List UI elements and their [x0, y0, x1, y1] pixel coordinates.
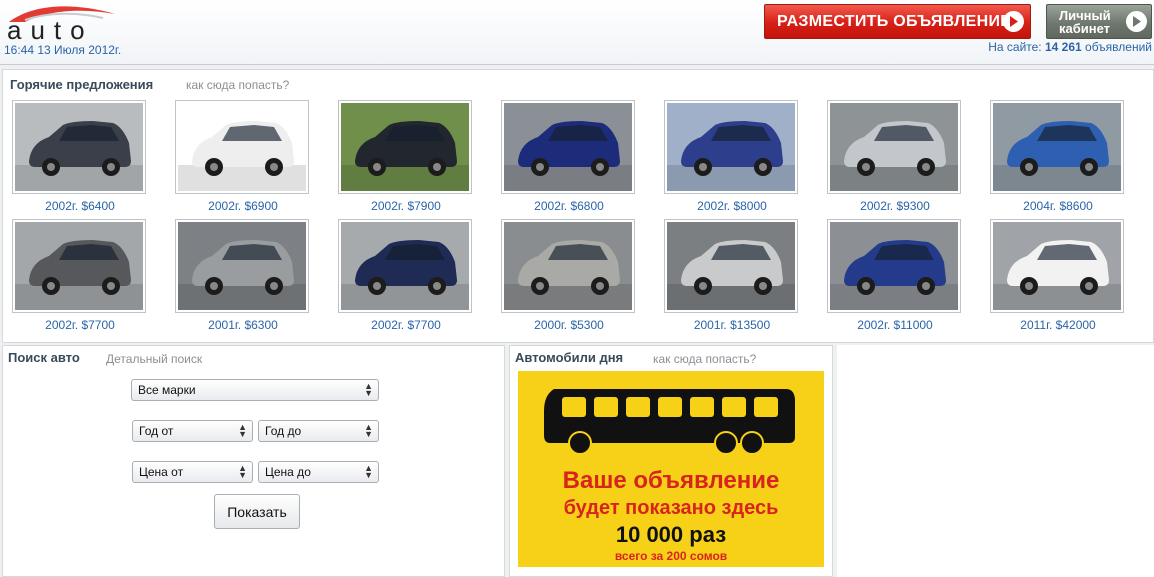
- empty-right-area: [837, 345, 1154, 577]
- site-count-value: 14 261: [1044, 40, 1082, 54]
- site-logo[interactable]: auto: [3, 2, 118, 42]
- car-price-link[interactable]: 2002г. $6900: [175, 199, 311, 213]
- car-photo[interactable]: [175, 100, 309, 194]
- car-listing-item[interactable]: 2002г. $6800: [501, 100, 637, 213]
- car-price-link[interactable]: 2004г. $8600: [990, 199, 1126, 213]
- car-photo[interactable]: [12, 100, 146, 194]
- year-from-value: Год от: [139, 424, 174, 438]
- car-photo[interactable]: [175, 219, 309, 313]
- arrow-right-icon: [1126, 11, 1147, 32]
- cars-of-day-panel: Автомобили дня как сюда попасть? Ваше об…: [509, 345, 833, 577]
- car-photo[interactable]: [501, 219, 635, 313]
- car-price-link[interactable]: 2001г. $13500: [664, 318, 800, 332]
- car-photo[interactable]: [990, 219, 1124, 313]
- show-button[interactable]: Показать: [214, 494, 300, 529]
- site-count-prefix: На сайте:: [988, 40, 1042, 54]
- cars-of-day-how-link[interactable]: как сюда попасть?: [653, 352, 756, 366]
- header: auto 16:44 13 Июля 2012г. РАЗМЕСТИТЬ ОБЪ…: [0, 0, 1154, 65]
- car-listing-item[interactable]: 2002г. $7900: [338, 100, 474, 213]
- car-price-link[interactable]: 2011г. $42000: [990, 318, 1126, 332]
- car-listing-item[interactable]: 2004г. $8600: [990, 100, 1126, 213]
- cars-of-day-title: Автомобили дня: [515, 350, 624, 365]
- year-to-select[interactable]: Год до ▲ ▼: [258, 420, 379, 442]
- price-to-value: Цена до: [265, 465, 311, 479]
- arrow-right-icon: [1003, 11, 1024, 32]
- car-search-title: Поиск авто: [8, 350, 80, 365]
- car-photo[interactable]: [664, 219, 798, 313]
- car-price-link[interactable]: 2002г. $11000: [827, 318, 963, 332]
- banner-line2: будет показано здесь: [563, 497, 779, 519]
- detailed-search-link[interactable]: Детальный поиск: [106, 352, 202, 366]
- chevron-updown-icon: ▲ ▼: [238, 463, 247, 480]
- chevron-updown-icon: ▲ ▼: [364, 381, 373, 398]
- price-from-select[interactable]: Цена от ▲ ▼: [132, 461, 253, 483]
- car-price-link[interactable]: 2002г. $9300: [827, 199, 963, 213]
- hot-offers-how-link[interactable]: как сюда попасть?: [186, 78, 289, 92]
- car-price-link[interactable]: 2002г. $7700: [338, 318, 474, 332]
- post-ad-label: РАЗМЕСТИТЬ ОБЪЯВЛЕНИЕ: [777, 12, 1012, 30]
- hot-offers-panel: Горячие предложения как сюда попасть? 20…: [2, 69, 1154, 343]
- hot-offers-title: Горячие предложения: [10, 77, 154, 92]
- ad-banner[interactable]: Ваше объявление будет показано здесь 10 …: [518, 371, 824, 567]
- car-listing-item[interactable]: 2002г. $9300: [827, 100, 963, 213]
- car-listing-item[interactable]: 2002г. $7700: [12, 219, 148, 332]
- car-listing-item[interactable]: 2000г. $5300: [501, 219, 637, 332]
- car-price-link[interactable]: 2002г. $6800: [501, 199, 637, 213]
- car-photo[interactable]: [338, 219, 472, 313]
- chevron-updown-icon: ▲ ▼: [364, 463, 373, 480]
- site-count-suffix: объявлений: [1085, 40, 1152, 54]
- car-photo[interactable]: [664, 100, 798, 194]
- make-select-value: Все марки: [138, 383, 196, 397]
- car-listing-item[interactable]: 2001г. $13500: [664, 219, 800, 332]
- car-price-link[interactable]: 2001г. $6300: [175, 318, 311, 332]
- price-from-value: Цена от: [139, 465, 184, 479]
- car-listing-item[interactable]: 2002г. $11000: [827, 219, 963, 332]
- car-listing-item[interactable]: 2002г. $6400: [12, 100, 148, 213]
- price-to-select[interactable]: Цена до ▲ ▼: [258, 461, 379, 483]
- car-price-link[interactable]: 2002г. $7900: [338, 199, 474, 213]
- car-price-link[interactable]: 2000г. $5300: [501, 318, 637, 332]
- car-price-link[interactable]: 2002г. $6400: [12, 199, 148, 213]
- make-select[interactable]: Все марки ▲ ▼: [131, 379, 379, 401]
- site-listing-count: На сайте: 14 261 объявлений: [988, 40, 1152, 54]
- svg-text:auto: auto: [7, 15, 94, 42]
- car-listing-item[interactable]: 2011г. $42000: [990, 219, 1126, 332]
- car-photo[interactable]: [501, 100, 635, 194]
- personal-cabinet-button[interactable]: Личный кабинет: [1046, 4, 1152, 39]
- car-price-link[interactable]: 2002г. $8000: [664, 199, 800, 213]
- year-from-select[interactable]: Год от ▲ ▼: [132, 420, 253, 442]
- chevron-updown-icon: ▲ ▼: [364, 422, 373, 439]
- car-listing-item[interactable]: 2002г. $6900: [175, 100, 311, 213]
- car-photo[interactable]: [827, 100, 961, 194]
- banner-line4: всего за 200 сомов: [614, 549, 728, 563]
- car-photo[interactable]: [990, 100, 1124, 194]
- car-listing-item[interactable]: 2002г. $7700: [338, 219, 474, 332]
- banner-line1: Ваше объявление: [562, 467, 780, 494]
- car-listing-item[interactable]: 2001г. $6300: [175, 219, 311, 332]
- post-ad-button[interactable]: РАЗМЕСТИТЬ ОБЪЯВЛЕНИЕ: [764, 4, 1031, 39]
- car-photo[interactable]: [12, 219, 146, 313]
- chevron-updown-icon: ▲ ▼: [238, 422, 247, 439]
- car-photo[interactable]: [338, 100, 472, 194]
- current-datetime: 16:44 13 Июля 2012г.: [4, 43, 122, 57]
- car-photo[interactable]: [827, 219, 961, 313]
- year-to-value: Год до: [265, 424, 302, 438]
- bus-icon: [544, 389, 795, 455]
- banner-line3: 10 000 раз: [615, 522, 727, 547]
- car-listing-item[interactable]: 2002г. $8000: [664, 100, 800, 213]
- car-search-panel: Поиск авто Детальный поиск Все марки ▲ ▼ …: [2, 345, 505, 577]
- car-price-link[interactable]: 2002г. $7700: [12, 318, 148, 332]
